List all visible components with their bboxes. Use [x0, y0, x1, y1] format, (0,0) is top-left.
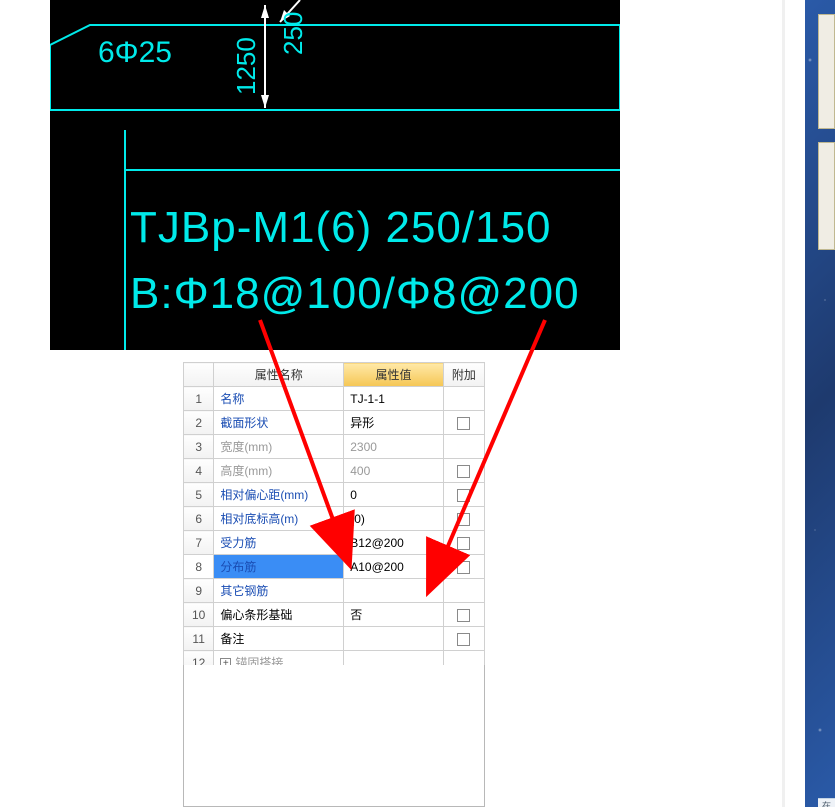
- property-value-cell[interactable]: [344, 579, 444, 603]
- property-value-cell[interactable]: (0): [344, 507, 444, 531]
- property-name-cell[interactable]: 相对底标高(m): [214, 507, 344, 531]
- sidebar-thumb-2[interactable]: [818, 142, 835, 250]
- property-add-cell[interactable]: [443, 603, 484, 627]
- cad-label-6phi25: 6Φ25: [98, 36, 172, 69]
- checkbox[interactable]: [457, 609, 470, 622]
- checkbox[interactable]: [457, 633, 470, 646]
- table-row[interactable]: 6 相对底标高(m) (0): [184, 507, 485, 531]
- cad-callout-line1: TJBp-M1(6) 250/150: [130, 203, 552, 252]
- row-number: 5: [184, 483, 214, 507]
- sidebar-bottom-label: 在: [818, 798, 835, 807]
- table-row[interactable]: 7 受力筋 B12@200: [184, 531, 485, 555]
- header-value: 属性值: [344, 363, 444, 387]
- property-add-cell[interactable]: [443, 579, 484, 603]
- property-add-cell[interactable]: [443, 411, 484, 435]
- property-value-cell[interactable]: TJ-1-1: [344, 387, 444, 411]
- table-header-row: 属性名称 属性值 附加: [184, 363, 485, 387]
- cad-callout-line2: B:Φ18@100/Φ8@200: [130, 269, 580, 318]
- property-name: 其它钢筋: [220, 584, 268, 598]
- row-number: 9: [184, 579, 214, 603]
- row-number: 11: [184, 627, 214, 651]
- property-name: 高度(mm): [220, 464, 272, 478]
- property-add-cell[interactable]: [443, 435, 484, 459]
- cad-dim-250: 250: [278, 12, 308, 55]
- vertical-divider: [782, 0, 785, 807]
- property-value-cell[interactable]: 2300: [344, 435, 444, 459]
- row-number: 7: [184, 531, 214, 555]
- property-name-cell[interactable]: 偏心条形基础: [214, 603, 344, 627]
- row-number: 10: [184, 603, 214, 627]
- property-name: 偏心条形基础: [220, 608, 292, 622]
- sidebar-thumb-1[interactable]: [818, 14, 835, 129]
- table-empty-area: [183, 665, 485, 807]
- main-content: 6Φ25 1250 250 TJBp-M1(6) 250/150 B:Φ18@1…: [0, 0, 785, 807]
- property-name-cell[interactable]: 备注: [214, 627, 344, 651]
- property-name: 相对偏心距(mm): [220, 488, 308, 502]
- property-add-cell[interactable]: [443, 531, 484, 555]
- checkbox[interactable]: [457, 537, 470, 550]
- cad-dim-1250: 1250: [231, 37, 261, 95]
- table-row[interactable]: 2 截面形状 异形: [184, 411, 485, 435]
- table-row[interactable]: 4 高度(mm) 400: [184, 459, 485, 483]
- property-name-cell[interactable]: 分布筋: [214, 555, 344, 579]
- property-name-cell[interactable]: 宽度(mm): [214, 435, 344, 459]
- property-name: 分布筋: [220, 560, 256, 574]
- property-name-cell[interactable]: 截面形状: [214, 411, 344, 435]
- table-row[interactable]: 1 名称 TJ-1-1: [184, 387, 485, 411]
- property-name: 备注: [220, 632, 244, 646]
- row-number: 4: [184, 459, 214, 483]
- property-value-cell[interactable]: A10@200: [344, 555, 444, 579]
- table-row[interactable]: 9 其它钢筋: [184, 579, 485, 603]
- table-row[interactable]: 3 宽度(mm) 2300: [184, 435, 485, 459]
- checkbox[interactable]: [457, 513, 470, 526]
- property-name-cell[interactable]: 名称: [214, 387, 344, 411]
- checkbox[interactable]: [457, 489, 470, 502]
- header-name: 属性名称: [214, 363, 344, 387]
- table-row[interactable]: 10 偏心条形基础 否: [184, 603, 485, 627]
- row-number: 2: [184, 411, 214, 435]
- cad-drawing: 6Φ25 1250 250 TJBp-M1(6) 250/150 B:Φ18@1…: [50, 0, 620, 350]
- property-add-cell[interactable]: [443, 555, 484, 579]
- cad-svg: 6Φ25 1250 250 TJBp-M1(6) 250/150 B:Φ18@1…: [50, 0, 620, 350]
- property-add-cell[interactable]: [443, 459, 484, 483]
- property-add-cell[interactable]: [443, 507, 484, 531]
- property-value-cell[interactable]: 异形: [344, 411, 444, 435]
- row-number: 1: [184, 387, 214, 411]
- property-add-cell[interactable]: [443, 387, 484, 411]
- property-add-cell[interactable]: [443, 483, 484, 507]
- checkbox[interactable]: [457, 417, 470, 430]
- table-row[interactable]: 11 备注: [184, 627, 485, 651]
- row-number: 6: [184, 507, 214, 531]
- header-add: 附加: [443, 363, 484, 387]
- property-value-cell[interactable]: 0: [344, 483, 444, 507]
- property-name: 宽度(mm): [220, 440, 272, 454]
- property-name-cell[interactable]: 受力筋: [214, 531, 344, 555]
- property-name: 受力筋: [220, 536, 256, 550]
- table-row[interactable]: 8 分布筋 A10@200: [184, 555, 485, 579]
- property-add-cell[interactable]: [443, 627, 484, 651]
- property-value-cell[interactable]: 否: [344, 603, 444, 627]
- property-value-cell[interactable]: 400: [344, 459, 444, 483]
- row-number: 3: [184, 435, 214, 459]
- property-name: 相对底标高(m): [220, 512, 298, 526]
- checkbox[interactable]: [457, 561, 470, 574]
- property-name: 名称: [220, 392, 244, 406]
- property-name-cell[interactable]: 高度(mm): [214, 459, 344, 483]
- property-value-cell[interactable]: [344, 627, 444, 651]
- table-row[interactable]: 5 相对偏心距(mm) 0: [184, 483, 485, 507]
- checkbox[interactable]: [457, 465, 470, 478]
- property-table[interactable]: 属性名称 属性值 附加 1名称TJ-1-12截面形状异形3宽度(mm)23004…: [183, 362, 485, 675]
- property-name-cell[interactable]: 相对偏心距(mm): [214, 483, 344, 507]
- property-value-cell[interactable]: B12@200: [344, 531, 444, 555]
- property-name-cell[interactable]: 其它钢筋: [214, 579, 344, 603]
- property-name: 截面形状: [220, 416, 268, 430]
- row-number: 8: [184, 555, 214, 579]
